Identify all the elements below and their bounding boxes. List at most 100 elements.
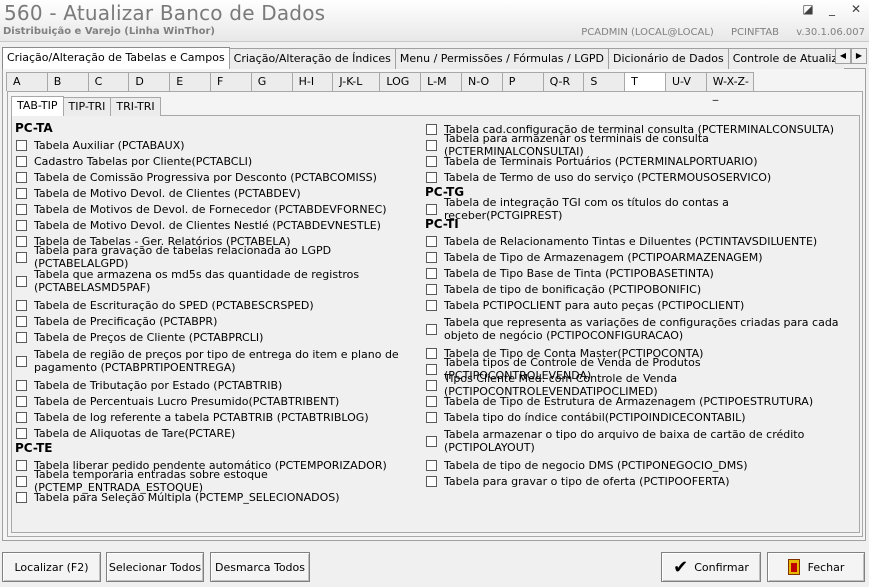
table-checkbox-item[interactable]: Tabela de Tipo Base de Tinta (PCTIPOBASE… xyxy=(424,265,844,281)
minimize-icon[interactable]: _ xyxy=(825,2,839,16)
letter-tab[interactable]: E xyxy=(169,72,211,91)
table-checkbox-item[interactable]: Tabela para gravação de tabelas relacion… xyxy=(14,244,414,270)
checkbox[interactable] xyxy=(16,171,27,183)
letter-tab[interactable]: LOG xyxy=(379,72,422,91)
checkbox[interactable] xyxy=(426,171,437,183)
letter-tab[interactable]: L-M xyxy=(420,72,462,91)
table-checkbox-item[interactable]: Tabela de Comissão Progressiva por Desco… xyxy=(14,169,414,185)
table-checkbox-item[interactable]: Tabela de Escrituração do SPED (PCTABESC… xyxy=(14,297,414,313)
checkbox[interactable] xyxy=(16,235,27,247)
checkbox[interactable] xyxy=(16,139,27,151)
main-tab[interactable]: Menu / Permissões / Fórmulas / LGPD xyxy=(394,48,609,69)
table-checkbox-item[interactable]: Tabela de integração TGI com os títulos … xyxy=(424,196,844,222)
letter-tab[interactable]: A xyxy=(6,72,48,91)
letter-tab[interactable]: C xyxy=(87,72,130,91)
find-button[interactable]: Localizar (F2) xyxy=(2,552,101,582)
select-all-button[interactable]: Selecionar Todos xyxy=(106,552,204,582)
tab-scroll-right-icon[interactable]: ▶ xyxy=(851,48,867,64)
checkbox[interactable] xyxy=(16,427,27,439)
main-tab[interactable]: Dicionário de Dados xyxy=(607,48,729,69)
table-checkbox-item[interactable]: Tabela de Precificação (PCTABPR) xyxy=(14,313,414,329)
checkbox[interactable] xyxy=(426,267,437,279)
confirm-button[interactable]: ✔ Confirmar xyxy=(661,552,761,582)
table-checkbox-item[interactable]: Tabela para armazenar os terminais de co… xyxy=(424,132,844,158)
close-window-icon[interactable]: ✕ xyxy=(849,2,863,16)
table-checkbox-item[interactable]: Tabela temporaria entradas sobre estoque… xyxy=(14,468,414,494)
checkbox[interactable] xyxy=(16,395,27,407)
checkbox[interactable] xyxy=(16,155,27,167)
deselect-all-button[interactable]: Desmarca Todos xyxy=(210,552,310,582)
main-tab[interactable]: Controle de Atualizações xyxy=(727,48,844,69)
checkbox[interactable] xyxy=(16,219,27,231)
table-checkbox-item[interactable]: Cadastro Tabelas por Cliente(PCTABCLI) xyxy=(14,153,414,169)
checkbox[interactable] xyxy=(16,331,27,343)
tab-scroll-left-icon[interactable]: ◀ xyxy=(835,48,851,64)
table-checkbox-item[interactable]: Tabela que representa as variações de co… xyxy=(424,313,844,345)
table-checkbox-item[interactable]: Tabela de Relacionamento Tintas e Diluen… xyxy=(424,233,844,249)
checkbox[interactable] xyxy=(16,315,27,327)
table-checkbox-item[interactable]: Tabela de Tipo de Estrutura de Armazenag… xyxy=(424,393,844,409)
checkbox[interactable] xyxy=(16,475,27,487)
restore-icon[interactable]: ◪ xyxy=(801,2,815,16)
checkbox[interactable] xyxy=(16,459,27,471)
table-checkbox-item[interactable]: Tabela de tipo de bonificação (PCTIPOBON… xyxy=(424,281,844,297)
checkbox[interactable] xyxy=(426,299,437,311)
letter-tab[interactable]: S xyxy=(583,72,626,91)
letter-tab[interactable]: H-I xyxy=(291,72,334,91)
table-checkbox-item[interactable]: Tabela de Aliquotas de Tare(PCTARE) xyxy=(14,425,414,441)
checkbox[interactable] xyxy=(16,411,27,423)
table-checkbox-item[interactable]: Tabela de Termo de uso do serviço (PCTER… xyxy=(424,169,844,185)
checkbox[interactable] xyxy=(426,379,437,391)
checkbox[interactable] xyxy=(426,323,437,335)
table-checkbox-item[interactable]: Tabela de Motivo Devol. de Clientes (PCT… xyxy=(14,185,414,201)
checkbox[interactable] xyxy=(426,123,437,135)
table-checkbox-item[interactable]: Tabela tipo do índice contábil(PCTIPOIND… xyxy=(424,409,844,425)
table-checkbox-item[interactable]: Tabela de Motivo Devol. de Clientes Nest… xyxy=(14,217,414,233)
letter-tab[interactable]: D xyxy=(128,72,171,91)
table-checkbox-item[interactable]: Tabela que armazena os md5s das quantida… xyxy=(14,265,414,297)
letter-tab[interactable]: W-X-Z-_ xyxy=(705,72,754,101)
letter-tab[interactable]: J-K-L xyxy=(332,72,381,91)
table-checkbox-item[interactable]: Tabela de tipo de negocio DMS (PCTIPONEG… xyxy=(424,457,844,473)
checkbox[interactable] xyxy=(16,299,27,311)
checkbox[interactable] xyxy=(426,283,437,295)
sub-tab[interactable]: TRI-TRI xyxy=(110,97,161,116)
checkbox[interactable] xyxy=(426,155,437,167)
letter-tab[interactable]: P xyxy=(501,72,544,91)
checkbox[interactable] xyxy=(426,475,437,487)
letter-tab[interactable]: B xyxy=(46,72,89,91)
letter-tab[interactable]: F xyxy=(209,72,252,91)
checkbox[interactable] xyxy=(16,355,27,367)
table-checkbox-item[interactable]: Tabela de Tipo de Armazenagem (PCTIPOARM… xyxy=(424,249,844,265)
sub-tab[interactable]: TIP-TRI xyxy=(62,97,112,116)
checkbox[interactable] xyxy=(16,275,27,287)
letter-tab[interactable]: T xyxy=(624,72,666,91)
checkbox[interactable] xyxy=(16,491,27,503)
checkbox[interactable] xyxy=(426,395,437,407)
main-tab[interactable]: Criação/Alteração de Índices xyxy=(228,48,396,69)
letter-tab[interactable]: G xyxy=(250,72,293,91)
checkbox[interactable] xyxy=(426,203,437,215)
checkbox[interactable] xyxy=(426,251,437,263)
table-checkbox-item[interactable]: Tabela PCTIPOCLIENT para auto peças (PCT… xyxy=(424,297,844,313)
checkbox[interactable] xyxy=(16,379,27,391)
table-checkbox-item[interactable]: Tabela de Tributação por Estado (PCTABTR… xyxy=(14,377,414,393)
checkbox[interactable] xyxy=(16,251,27,263)
table-checkbox-item[interactable]: Tabela de Percentuais Lucro Presumido(PC… xyxy=(14,393,414,409)
checkbox[interactable] xyxy=(16,203,27,215)
checkbox[interactable] xyxy=(426,459,437,471)
table-checkbox-item[interactable]: Tabela de Motivos de Devol. de Fornecedo… xyxy=(14,201,414,217)
close-button[interactable]: Fechar xyxy=(767,552,865,582)
table-checkbox-item[interactable]: Tipos Cliente Med. com Controle de Venda… xyxy=(424,372,844,398)
checkbox[interactable] xyxy=(426,435,437,447)
letter-tab[interactable]: U-V xyxy=(664,72,707,91)
checkbox[interactable] xyxy=(426,139,437,151)
checkbox[interactable] xyxy=(426,411,437,423)
letter-tab[interactable]: Q-R xyxy=(542,72,585,91)
table-checkbox-item[interactable]: Tabela de região de preços por tipo de e… xyxy=(14,345,414,377)
checkbox[interactable] xyxy=(426,347,437,359)
checkbox[interactable] xyxy=(426,363,437,375)
table-checkbox-item[interactable]: Tabela de log referente a tabela PCTABTR… xyxy=(14,409,414,425)
checkbox[interactable] xyxy=(16,187,27,199)
letter-tab[interactable]: N-O xyxy=(460,72,503,91)
